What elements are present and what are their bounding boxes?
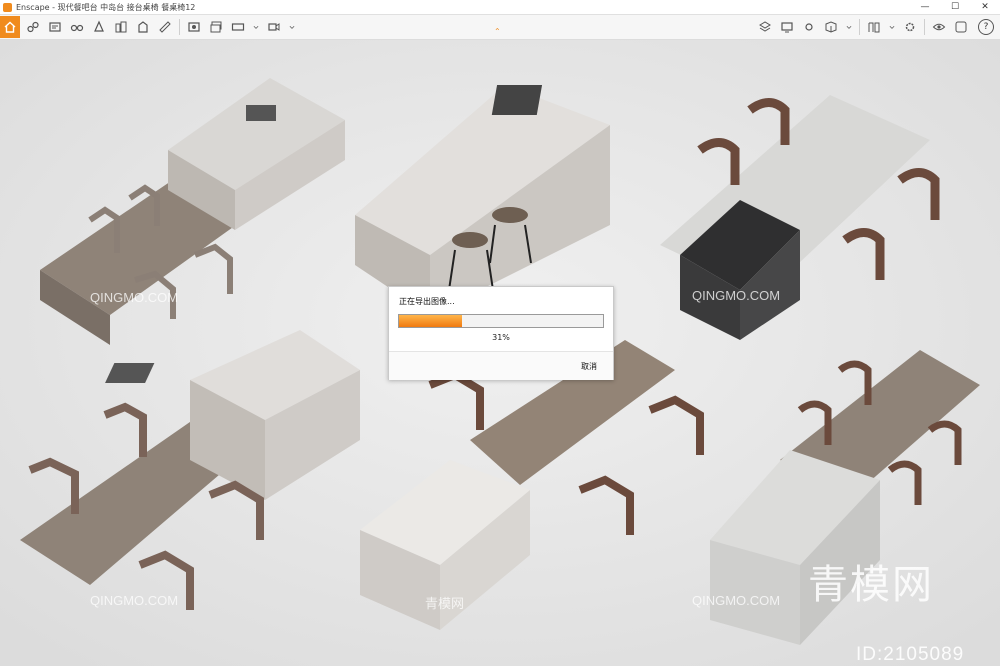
cube-dropdown[interactable]	[844, 18, 854, 36]
display-icon	[781, 22, 793, 33]
window-title: Enscape - 现代餐吧台 中岛台 接台桌椅 餐桌椅12	[16, 2, 196, 12]
minimize-button[interactable]: —	[910, 0, 940, 14]
close-button[interactable]: ✕	[970, 0, 1000, 14]
watermark-text: QINGMO.COM	[692, 593, 781, 608]
progress-percent: 31%	[492, 333, 510, 342]
window-titlebar: Enscape - 现代餐吧台 中岛台 接台桌椅 餐桌椅12 — ☐ ✕	[0, 0, 1000, 15]
display-button[interactable]	[778, 18, 796, 36]
dropdown-icon	[289, 26, 295, 29]
toolbar-right-group: ?	[754, 15, 1000, 39]
view-button[interactable]	[68, 18, 86, 36]
bim-icon	[49, 22, 61, 32]
capture-button[interactable]	[952, 18, 970, 36]
panorama-button[interactable]	[229, 18, 247, 36]
collapse-toolbar-icon[interactable]: ⌃	[494, 27, 501, 36]
book-icon	[868, 22, 880, 33]
toolbar-divider	[179, 19, 180, 35]
help-button[interactable]: ?	[978, 19, 994, 35]
orbit-button[interactable]	[90, 18, 108, 36]
dropdown-icon	[846, 26, 852, 29]
sun-button[interactable]	[800, 18, 818, 36]
sun-icon	[805, 23, 813, 31]
asset-library-button[interactable]	[112, 18, 130, 36]
dropdown-icon	[253, 26, 259, 29]
cancel-button[interactable]: 取消	[581, 361, 597, 372]
measure-button[interactable]	[156, 18, 174, 36]
video-button[interactable]	[265, 18, 283, 36]
toolbar-divider	[924, 19, 925, 35]
eye-icon	[932, 23, 946, 31]
home-icon	[4, 21, 16, 33]
settings-button[interactable]	[901, 18, 919, 36]
book-dropdown[interactable]	[887, 18, 897, 36]
watermark-text: QINGMO.COM	[692, 288, 781, 303]
toolbar-left-group	[0, 15, 299, 39]
building-button[interactable]	[134, 18, 152, 36]
export-progress-dialog: 正在导出图像... 31% 取消	[388, 286, 614, 380]
settings-icon	[905, 22, 915, 32]
batch-render-icon	[210, 21, 222, 33]
binoculars-icon	[70, 24, 84, 32]
window-controls: — ☐ ✕	[910, 0, 1000, 14]
ruler-icon	[159, 21, 171, 33]
link-icon	[27, 21, 39, 33]
asset-library-icon	[115, 21, 127, 33]
dialog-title: 正在导出图像...	[399, 297, 455, 306]
maximize-button[interactable]: ☐	[940, 0, 970, 14]
layers-icon	[759, 21, 771, 32]
panorama-icon	[231, 23, 245, 31]
watermark-text: 青模网	[425, 596, 465, 611]
cube-icon	[825, 21, 837, 33]
view-eye-button[interactable]	[930, 18, 948, 36]
layers-button[interactable]	[756, 18, 774, 36]
dropdown-icon	[889, 26, 895, 29]
dialog-footer: 取消	[389, 351, 613, 380]
progress-fill	[399, 315, 463, 327]
capture-icon	[955, 21, 967, 33]
video-icon	[268, 23, 280, 31]
link-button[interactable]	[24, 18, 42, 36]
screenshot-button[interactable]	[185, 18, 203, 36]
screenshot-icon	[188, 22, 200, 32]
cube-button[interactable]	[822, 18, 840, 36]
panorama-dropdown[interactable]	[251, 18, 261, 36]
enscape-logo-icon	[3, 2, 12, 12]
book-button[interactable]	[865, 18, 883, 36]
watermark-text: QINGMO.COM	[90, 593, 179, 608]
orbit-icon	[94, 20, 104, 32]
home-button[interactable]	[0, 16, 20, 38]
building-icon	[138, 21, 148, 33]
toolbar-divider	[859, 19, 860, 35]
watermark-text: QINGMO.COM	[90, 290, 179, 305]
watermark-logo-text: 青模网	[808, 562, 934, 608]
watermark-id: ID:2105089	[856, 644, 965, 665]
video-dropdown[interactable]	[287, 18, 297, 36]
export-progress-bar	[398, 314, 604, 328]
batch-render-button[interactable]	[207, 18, 225, 36]
bim-button[interactable]	[46, 18, 64, 36]
